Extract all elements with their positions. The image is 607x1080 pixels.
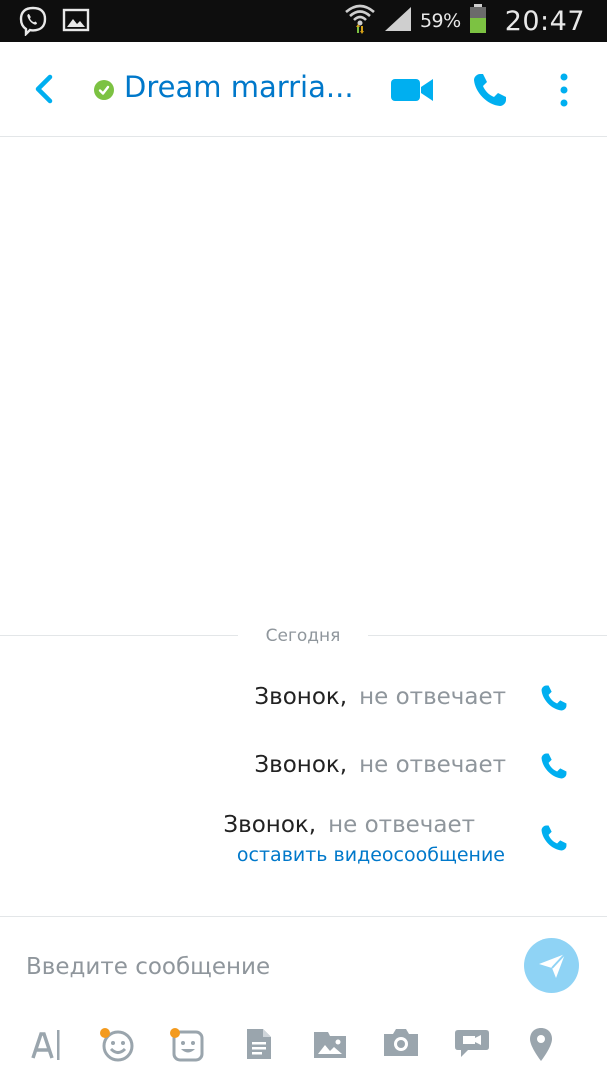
phone-icon	[541, 685, 567, 711]
battery-percent: 59%	[419, 10, 461, 32]
video-message-button[interactable]	[454, 1026, 494, 1066]
divider	[0, 916, 607, 917]
phone-icon	[541, 753, 567, 779]
call-event-text: Звонок, не отвечает	[254, 752, 506, 778]
signal-icon	[384, 6, 412, 36]
send-button[interactable]	[524, 938, 579, 993]
send-icon	[539, 953, 566, 978]
location-pin-icon	[530, 1028, 552, 1061]
more-vertical-icon	[560, 73, 568, 107]
notification-dot	[170, 1028, 180, 1038]
text-format-icon	[31, 1030, 60, 1060]
message-input[interactable]	[26, 946, 506, 988]
text-format-button[interactable]	[30, 1026, 70, 1066]
call-event-text: Звонок, не отвечает	[254, 684, 506, 710]
call-status: не отвечает	[359, 752, 506, 778]
presence-online-icon	[94, 80, 114, 100]
notification-dot	[100, 1028, 110, 1038]
video-call-button[interactable]	[390, 76, 434, 108]
battery-icon	[469, 4, 487, 38]
divider	[368, 635, 607, 636]
contact-name[interactable]: Dream marria...	[124, 70, 354, 104]
video-message-icon	[455, 1030, 489, 1057]
status-bar: 59% 20:47	[0, 0, 607, 42]
file-icon	[247, 1029, 271, 1059]
video-camera-icon	[391, 79, 433, 101]
call-label: Звонок,	[223, 812, 317, 838]
call-back-button[interactable]	[540, 824, 568, 856]
phone-icon	[541, 825, 567, 851]
call-label: Звонок,	[254, 684, 348, 710]
send-media-button[interactable]	[312, 1026, 352, 1066]
call-event-text: Звонок, не отвечает	[223, 812, 475, 838]
camera-button[interactable]	[382, 1026, 422, 1066]
date-label: Сегодня	[265, 626, 341, 646]
composer-toolbar	[0, 1026, 607, 1068]
gallery-icon	[62, 6, 90, 40]
clock: 20:47	[504, 5, 585, 37]
location-button[interactable]	[526, 1026, 566, 1066]
call-label: Звонок,	[254, 752, 348, 778]
more-options-button[interactable]	[554, 72, 574, 112]
send-file-button[interactable]	[244, 1026, 284, 1066]
viber-icon	[18, 6, 48, 40]
date-separator: Сегодня	[0, 622, 607, 650]
chat-header: Dream marria...	[0, 42, 607, 137]
camera-icon	[384, 1029, 418, 1056]
call-back-button[interactable]	[540, 684, 568, 716]
audio-call-button[interactable]	[472, 72, 508, 112]
phone-icon	[474, 74, 506, 106]
leave-video-message-link[interactable]: оставить видеосообщение	[237, 844, 505, 866]
chevron-left-icon	[35, 74, 53, 104]
divider	[0, 635, 238, 636]
emoticon-button[interactable]	[100, 1026, 140, 1066]
media-icon	[314, 1032, 346, 1058]
call-back-button[interactable]	[540, 752, 568, 784]
call-status: не отвечает	[359, 684, 506, 710]
back-button[interactable]	[28, 72, 62, 106]
sticker-button[interactable]	[170, 1026, 210, 1066]
call-status: не отвечает	[328, 812, 475, 838]
wifi-icon	[344, 2, 376, 40]
